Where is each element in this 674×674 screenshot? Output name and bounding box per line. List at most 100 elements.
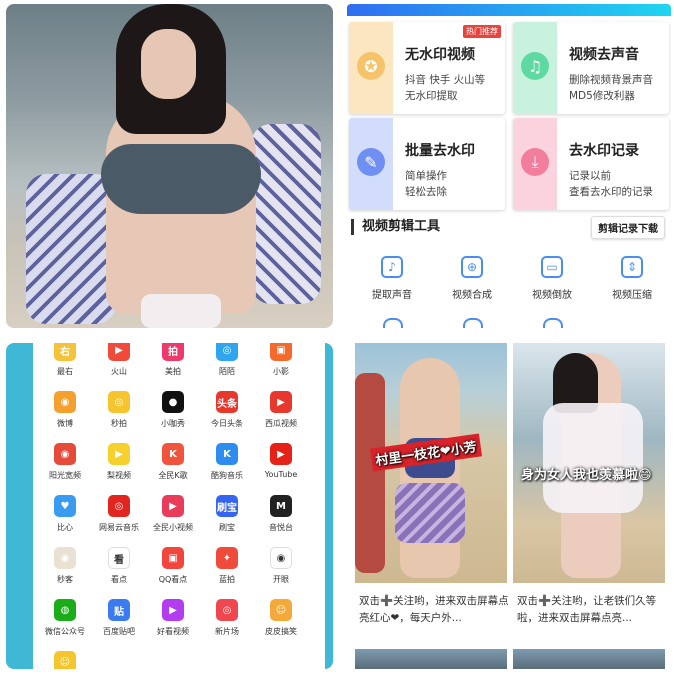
app-item[interactable]: ◎ 秒拍 (90, 391, 148, 429)
app-icon: ☺ (54, 651, 76, 669)
app-icon: 看 (108, 547, 130, 569)
app-grid: 右最右 ▶ 火山 拍美拍 ◎ 陌陌 ▣ 小影 ◉ 微博 ◎ 秒拍 ● 小咖秀 头条 今日头条 ▶ 西瓜视频 ◉ 阳光宽… (33, 343, 325, 669)
card-remove-history[interactable]: ⤓ 去水印记录 记录以前 查看去水印的记录 (513, 118, 669, 210)
card-desc-line: 抖音 快手 火山等 (405, 74, 486, 86)
app-item[interactable]: ▶ 火山 (90, 343, 148, 377)
app-item[interactable]: ◉ 秒客 (36, 547, 94, 585)
reverse-icon: ▭ (541, 256, 563, 278)
app-item[interactable]: ▶ 西瓜视频 (252, 391, 310, 429)
app-item[interactable]: 看看点 (90, 547, 148, 585)
app-item[interactable]: ◎ 新片场 (198, 599, 256, 637)
card-title: 批量去水印 (405, 143, 475, 159)
tool-merge-video[interactable]: ⊕ 视频合成 (437, 256, 507, 301)
video-caption: 双击➕关注哟，进来双击屏幕点亮红心❤，每天户外... (359, 595, 509, 624)
app-label: 美拍 (165, 367, 181, 376)
app-item[interactable]: ♥ 比心 (36, 495, 94, 533)
card-desc-line: 查看去水印的记录 (569, 186, 653, 198)
card-no-watermark-video[interactable]: ✪ 无水印视频 抖音 快手 火山等 无水印提取 热门推荐 (349, 22, 505, 114)
app-label: 秒拍 (111, 419, 127, 428)
app-icon: ▶ (108, 443, 130, 465)
app-icon: 头条 (216, 391, 238, 413)
app-label: 网易云音乐 (99, 523, 139, 532)
app-item[interactable]: ✦ 蓝拍 (198, 547, 256, 585)
next-video-thumbnail[interactable] (513, 649, 665, 669)
app-label: 比心 (57, 523, 73, 532)
app-item[interactable]: 右最右 (36, 343, 94, 377)
tool-compress-video[interactable]: ⇕ 视频压缩 (597, 256, 667, 301)
app-icon: ◍ (54, 599, 76, 621)
video-overlay-text: 身为女人我也羡慕啦😄 (521, 468, 652, 483)
app-item[interactable]: 贴百度贴吧 (90, 599, 148, 637)
photo-thumbnail[interactable] (6, 4, 333, 328)
video-card-left[interactable]: 村里一枝花❤小芳 (355, 343, 507, 583)
app-item[interactable]: 拍美拍 (144, 343, 202, 377)
card-desc-line: 轻松去除 (405, 186, 447, 198)
card-desc-line: 无水印提取 (405, 90, 458, 102)
edit-history-download-button[interactable]: 剪辑记录下载 (591, 216, 665, 239)
app-item[interactable]: ◍ 微信公众号 (36, 599, 94, 637)
app-label: 小咖秀 (161, 419, 185, 428)
app-item[interactable]: ▶ 全民小视频 (144, 495, 202, 533)
figure-top (101, 144, 261, 214)
figure-wrap-left (26, 174, 116, 324)
tool-label: 视频合成 (452, 290, 492, 301)
app-label: 刷宝 (219, 523, 235, 532)
section-title: 视频剪辑工具 (351, 219, 440, 235)
music-note-icon: ♫ (521, 52, 549, 80)
app-label: 梨视频 (107, 471, 131, 480)
card-title: 无水印视频 (405, 47, 475, 63)
app-item[interactable]: ● 小咖秀 (144, 391, 202, 429)
app-label: 开眼 (273, 575, 289, 584)
card-desc: 抖音 快手 火山等 无水印提取 (405, 72, 485, 104)
hot-badge: 热门推荐 (463, 25, 501, 38)
person-sarong (395, 483, 465, 543)
next-video-thumbnail[interactable] (355, 649, 507, 669)
card-batch-remove[interactable]: ✎ 批量去水印 简单操作 轻松去除 (349, 118, 505, 210)
app-icon: ◉ (270, 547, 292, 569)
app-label: 看点 (111, 575, 127, 584)
app-item[interactable]: ☺糗事百科 (36, 651, 94, 669)
app-item[interactable]: ◉ 阳光宽频 (36, 443, 94, 481)
app-item[interactable]: ☺ 皮皮搞笑 (252, 599, 310, 637)
app-label: 最右 (57, 367, 73, 376)
app-label: QQ看点 (158, 575, 188, 584)
app-icon: ▣ (162, 547, 184, 569)
app-item[interactable]: ▶ YouTube (252, 443, 310, 479)
figure-face (141, 29, 196, 99)
app-item[interactable]: ◎ 陌陌 (198, 343, 256, 377)
app-label: 酷狗音乐 (211, 471, 243, 480)
app-item[interactable]: ◉ 开眼 (252, 547, 310, 585)
app-item[interactable]: ▣ QQ看点 (144, 547, 202, 585)
app-item[interactable]: M 音悦台 (252, 495, 310, 533)
app-label: 全民K歌 (158, 471, 188, 480)
app-label: 皮皮搞笑 (265, 627, 297, 636)
app-item[interactable]: 头条 今日头条 (198, 391, 256, 429)
app-icon: ▣ (270, 343, 292, 361)
card-desc: 简单操作 轻松去除 (405, 168, 447, 200)
tools-panel: ✪ 无水印视频 抖音 快手 火山等 无水印提取 热门推荐 ♫ 视频去声音 删除视… (347, 4, 671, 328)
app-item[interactable]: ▶ 梨视频 (90, 443, 148, 481)
app-icon: ◎ (108, 391, 130, 413)
app-icon: K (216, 443, 238, 465)
app-item[interactable]: ▣ 小影 (252, 343, 310, 377)
app-item[interactable]: ▶ 好看视频 (144, 599, 202, 637)
app-label: 音悦台 (269, 523, 293, 532)
app-icon: ▶ (162, 495, 184, 517)
app-icon: M (270, 495, 292, 517)
app-item[interactable]: 刷宝 刷宝 (198, 495, 256, 533)
app-item[interactable]: ◎ 网易云音乐 (90, 495, 148, 533)
video-card-right[interactable]: 身为女人我也羡慕啦😄 (513, 343, 665, 583)
app-label: 今日头条 (211, 419, 243, 428)
card-remove-audio[interactable]: ♫ 视频去声音 删除视频背景声音 MD5修改利器 (513, 22, 669, 114)
app-item[interactable]: K 酷狗音乐 (198, 443, 256, 481)
app-item[interactable]: K 全民K歌 (144, 443, 202, 481)
file-icon (463, 318, 483, 328)
app-item[interactable]: ◉ 微博 (36, 391, 94, 429)
app-icon: ▶ (108, 343, 130, 361)
app-label: 好看视频 (157, 627, 189, 636)
tool-extract-audio[interactable]: ♪ 提取声音 (357, 256, 427, 301)
card-desc: 记录以前 查看去水印的记录 (569, 168, 653, 200)
app-label: 全民小视频 (153, 523, 193, 532)
figure-bottom (141, 294, 221, 328)
tool-reverse-video[interactable]: ▭ 视频倒放 (517, 256, 587, 301)
